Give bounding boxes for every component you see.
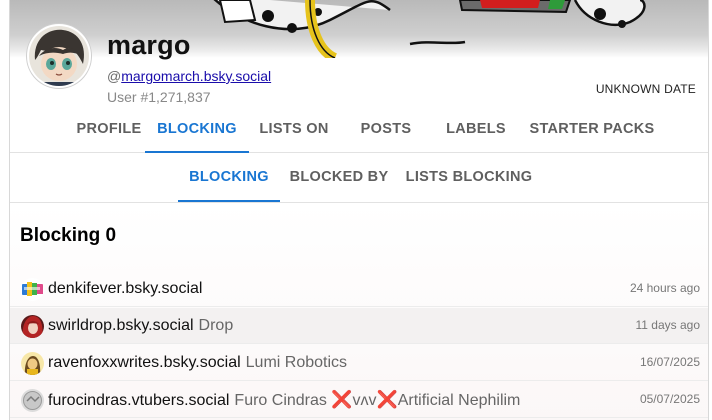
tab-posts[interactable]: POSTS — [343, 106, 429, 153]
list-item-handle[interactable]: furocindras.vtubers.social — [48, 392, 229, 409]
tab-labels[interactable]: LABELS — [433, 106, 519, 153]
list-item-text: denkifever.bsky.social — [48, 271, 202, 307]
list-item-handle[interactable]: ravenfoxxwrites.bsky.social — [48, 354, 241, 371]
list-item-name: Lumi Robotics — [245, 354, 348, 371]
avatar-illustration-icon — [29, 26, 89, 86]
logo-avatar-icon — [21, 389, 44, 412]
cross-mark-icon: ❌ — [376, 390, 398, 409]
list-item-time: 24 hours ago — [629, 281, 700, 295]
list-item-name: Furo Cindras ❌ᴠʌᴠ❌Artificial Nephilim — [234, 390, 521, 409]
list-item-time: 05/07/2025 — [639, 392, 700, 406]
list-heading: Blocking 0 — [20, 225, 117, 246]
display-name: margo — [107, 30, 191, 60]
subtab-lists-blocking[interactable]: LISTS BLOCKING — [404, 153, 534, 202]
list-item-handle[interactable]: denkifever.bsky.social — [48, 280, 202, 297]
list-item-time: 11 days ago — [635, 318, 701, 332]
list-item[interactable]: furocindras.vtubers.social Furo Cindras ❌… — [10, 382, 708, 418]
tab-starter-packs[interactable]: STARTER PACKS — [528, 106, 656, 153]
name-part: Artificial Nephilim — [397, 392, 521, 409]
list-item-handle[interactable]: swirldrop.bsky.social — [48, 317, 194, 334]
handle-link[interactable]: margomarch.bsky.social — [121, 68, 271, 84]
list-item-name: Drop — [198, 317, 234, 334]
red-hair-avatar-icon — [21, 315, 44, 338]
blocking-list: Blocking 0 denkifever.bsky.social 24 hou… — [10, 203, 708, 420]
name-part: Furo Cindras — [234, 392, 332, 409]
pixel-art-avatar-icon — [21, 278, 44, 301]
user-number: User #1,271,837 — [107, 89, 211, 105]
list-item-text: ravenfoxxwrites.bsky.social Lumi Robotics — [48, 345, 347, 381]
subtab-blocking[interactable]: BLOCKING — [178, 153, 280, 202]
handle-row: @margomarch.bsky.social — [107, 68, 271, 84]
handle-prefix: @ — [107, 68, 122, 84]
name-part: ᴠʌᴠ — [352, 392, 377, 409]
yellow-character-avatar-icon — [21, 352, 44, 375]
list-item-text: swirldrop.bsky.social Drop — [48, 308, 233, 344]
cross-mark-icon: ❌ — [331, 390, 353, 409]
list-item[interactable]: denkifever.bsky.social 24 hours ago — [10, 271, 708, 307]
subtab-blocked-by[interactable]: BLOCKED BY — [286, 153, 392, 202]
tab-blocking[interactable]: BLOCKING — [145, 106, 249, 153]
list-item[interactable]: swirldrop.bsky.social Drop 11 days ago — [10, 308, 708, 344]
list-item-time: 16/07/2025 — [639, 355, 700, 369]
tab-lists-on[interactable]: LISTS ON — [249, 106, 339, 153]
profile-avatar[interactable] — [27, 24, 91, 88]
profile-tabs: PROFILE BLOCKING LISTS ON POSTS LABELS S… — [10, 106, 708, 153]
blocking-subtabs: BLOCKING BLOCKED BY LISTS BLOCKING — [10, 153, 708, 203]
list-item-text: furocindras.vtubers.social Furo Cindras ❌… — [48, 382, 520, 418]
list-item[interactable]: ravenfoxxwrites.bsky.social Lumi Robotics… — [10, 345, 708, 381]
joined-date: UNKNOWN DATE — [595, 82, 696, 96]
profile-page: margo @margomarch.bsky.social User #1,27… — [9, 0, 709, 420]
